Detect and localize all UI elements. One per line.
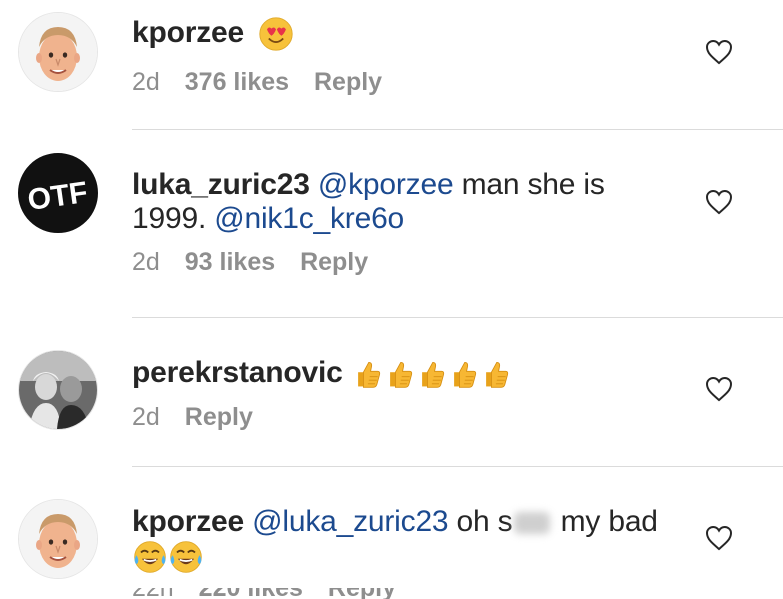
comment-text: my bad <box>552 505 658 538</box>
comment-time: 2d <box>132 68 160 97</box>
reply-button[interactable]: Reply <box>314 68 382 96</box>
mention-link[interactable]: @kporzee <box>318 168 454 201</box>
likes-count[interactable]: 93 likes <box>185 248 275 276</box>
comment-time: 2d <box>132 403 160 432</box>
profile-photo-icon <box>19 500 97 578</box>
comment-username[interactable]: luka_zuric23 <box>132 168 310 201</box>
divider <box>132 317 783 318</box>
heart-eyes-emoji-icon <box>258 16 294 52</box>
like-heart-icon[interactable] <box>703 36 735 68</box>
avatar[interactable] <box>18 12 98 92</box>
thumbs-up-emoji-icon <box>447 357 479 391</box>
comment-username[interactable]: kporzee <box>132 16 244 49</box>
likes-count[interactable]: 376 likes <box>185 68 289 96</box>
comment-text: oh s <box>448 505 513 538</box>
like-heart-icon[interactable] <box>703 373 735 405</box>
avatar[interactable] <box>18 499 98 579</box>
profile-photo-icon <box>19 13 97 91</box>
comment-text: 1999. <box>132 202 215 235</box>
otf-logo-icon: OTF <box>19 154 97 232</box>
likes-count[interactable]: 220 likes <box>199 588 303 599</box>
reply-button[interactable]: Reply <box>185 403 253 431</box>
reply-button[interactable]: Reply <box>300 248 368 276</box>
tears-of-joy-emoji-icon <box>168 539 204 575</box>
comment-username[interactable]: perekrstanovic <box>132 356 343 389</box>
comment-time: 22h <box>132 588 174 599</box>
thumbs-up-emoji-icon <box>383 357 415 391</box>
comment-time: 2d <box>132 248 160 276</box>
like-heart-icon[interactable] <box>703 186 735 218</box>
profile-photo-icon <box>19 351 97 429</box>
avatar[interactable]: OTF <box>18 153 98 233</box>
avatar[interactable] <box>18 350 98 430</box>
reply-button[interactable]: Reply <box>328 588 396 599</box>
thumbs-up-emoji-icon <box>415 357 447 391</box>
comment-meta-partial: 22h 220 likes Reply <box>132 588 432 599</box>
thumbs-up-emoji-icon <box>351 357 383 391</box>
censored-text <box>514 512 551 535</box>
thumbs-up-emoji-icon <box>479 357 511 391</box>
mention-link[interactable]: @nik1c_kre6o <box>214 202 404 235</box>
comment-username[interactable]: kporzee <box>132 505 244 538</box>
like-heart-icon[interactable] <box>703 522 735 554</box>
divider <box>132 129 783 130</box>
mention-link[interactable]: @luka_zuric23 <box>252 505 448 538</box>
comment-text: man she is <box>453 168 605 201</box>
tears-of-joy-emoji-icon <box>132 539 168 575</box>
divider <box>132 466 783 467</box>
